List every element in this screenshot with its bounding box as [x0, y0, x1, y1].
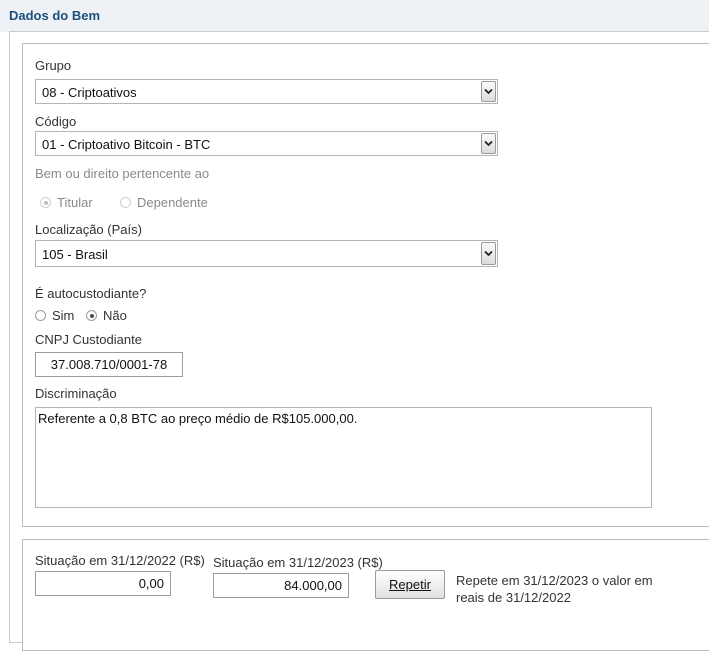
chevron-down-icon[interactable]: [481, 81, 496, 102]
repete-note: Repete em 31/12/2023 o valor em reais de…: [456, 573, 653, 605]
discriminacao-label: Discriminação: [35, 386, 117, 401]
radio-button[interactable]: [40, 197, 51, 208]
page-title: Dados do Bem: [9, 8, 101, 23]
localizacao-select-value: 105 - Brasil: [42, 247, 108, 262]
radio-button[interactable]: [120, 197, 131, 208]
codigo-label: Código: [35, 114, 77, 129]
localizacao-select[interactable]: 105 - Brasil: [35, 240, 498, 267]
radio-dot: [43, 200, 48, 205]
situacao-2023-input[interactable]: [213, 573, 349, 598]
situacao-2022-input[interactable]: [35, 571, 171, 596]
chevron-down-icon[interactable]: [481, 133, 496, 154]
pertencente-label: Bem ou direito pertencente ao: [35, 166, 210, 181]
header-bar: [0, 0, 709, 32]
codigo-select[interactable]: 01 - Criptoativo Bitcoin - BTC: [35, 131, 498, 156]
grupo-label: Grupo: [35, 58, 72, 73]
grupo-select-value: 08 - Criptoativos: [42, 85, 137, 100]
repetir-button[interactable]: Repetir: [375, 570, 445, 599]
radio-dependente-label: Dependente: [137, 195, 208, 210]
cnpj-label: CNPJ Custodiante: [35, 332, 142, 347]
chevron-down-icon[interactable]: [481, 242, 496, 265]
cnpj-input[interactable]: [35, 352, 183, 377]
situacao-2022-label: Situação em 31/12/2022 (R$): [35, 553, 205, 568]
codigo-select-value: 01 - Criptoativo Bitcoin - BTC: [42, 137, 211, 152]
radio-dot: [89, 313, 94, 318]
situacao-2023-label: Situação em 31/12/2023 (R$): [213, 555, 383, 570]
radio-button[interactable]: [86, 310, 97, 321]
grupo-select[interactable]: 08 - Criptoativos: [35, 79, 498, 104]
discriminacao-textarea[interactable]: Referente a 0,8 BTC ao preço médio de R$…: [35, 407, 652, 508]
radio-button[interactable]: [35, 310, 46, 321]
radio-titular-label: Titular: [57, 195, 93, 210]
autocustodiante-label: É autocustodiante?: [35, 286, 147, 301]
localizacao-label: Localização (País): [35, 222, 142, 237]
radio-sim-label: Sim: [52, 308, 75, 323]
radio-nao-label: Não: [103, 308, 127, 323]
